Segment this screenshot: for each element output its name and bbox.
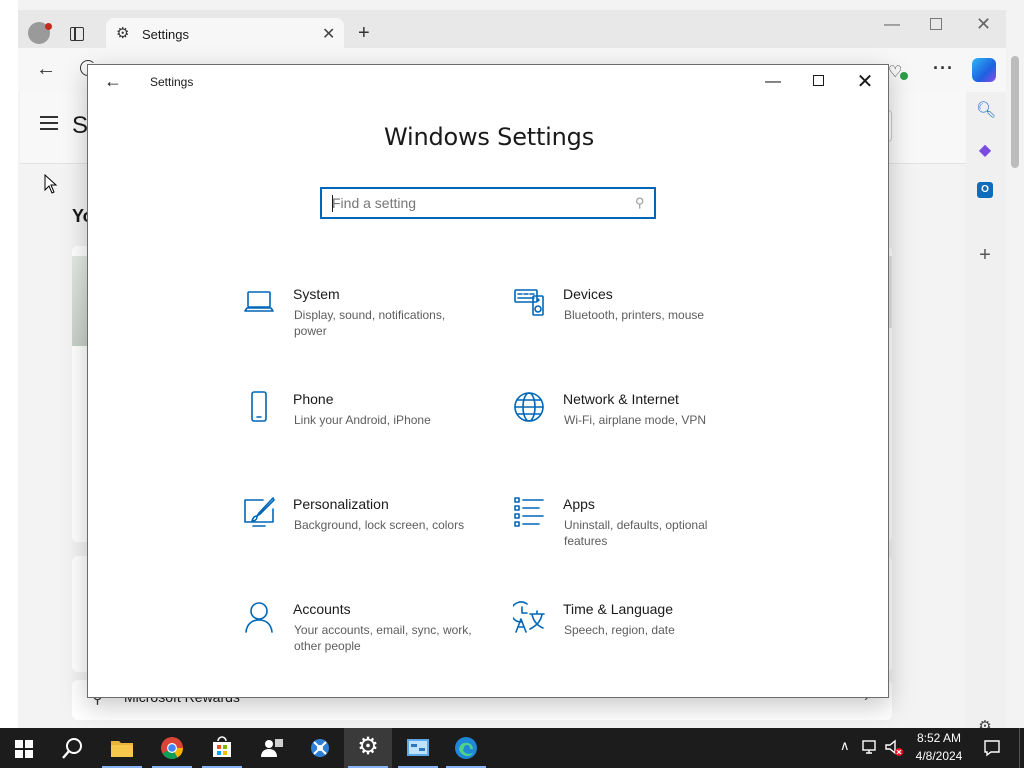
category-name: Devices (563, 286, 613, 302)
category-time-language[interactable]: Time & Language Speech, region, date (513, 601, 763, 691)
category-description: Bluetooth, printers, mouse (564, 308, 705, 322)
gear-icon: ⚙ (116, 25, 130, 42)
more-options-icon[interactable]: ··· (933, 58, 954, 79)
category-description: Speech, region, date (564, 623, 675, 637)
category-accounts[interactable]: Accounts Your accounts, email, sync, wor… (243, 601, 493, 691)
taskbar-control-panel[interactable] (394, 728, 442, 768)
category-description: Link your Android, iPhone (294, 413, 431, 427)
phone-icon (251, 391, 267, 422)
sidebar-add-icon[interactable]: + (976, 245, 994, 265)
paintbrush-icon (244, 497, 275, 527)
control-panel-icon (407, 739, 429, 756)
category-network-internet[interactable]: Network & Internet Wi-Fi, airplane mode,… (513, 391, 763, 481)
apps-list-icon (514, 497, 544, 527)
browser-back-button[interactable]: ← (36, 58, 56, 81)
category-description: Your accounts, email, sync, work, other … (294, 623, 472, 653)
taskbar-settings[interactable]: ⚙ (344, 728, 392, 768)
network-icon[interactable] (862, 739, 880, 755)
tab-actions-icon[interactable] (70, 27, 84, 41)
category-name: System (293, 286, 340, 302)
category-name: Personalization (293, 496, 389, 512)
category-apps[interactable]: Apps Uninstall, defaults, optional featu… (513, 496, 763, 586)
laptop-icon (244, 291, 274, 312)
people-icon (261, 739, 283, 757)
close-button[interactable]: ✕ (842, 69, 888, 95)
category-name: Accounts (293, 601, 351, 617)
category-name: Time & Language (563, 601, 673, 617)
clock-date[interactable]: 4/8/2024 (899, 749, 979, 763)
sidebar-outlook-icon[interactable]: O (977, 182, 993, 198)
category-personalization[interactable]: Personalization Background, lock screen,… (243, 496, 493, 586)
sidebar-games-icon[interactable]: ◆ (976, 142, 994, 160)
category-description: Uninstall, defaults, optional features (564, 518, 708, 548)
search-icon (62, 738, 82, 759)
taskbar-tool[interactable] (296, 728, 344, 768)
show-desktop-button[interactable] (1019, 728, 1024, 768)
category-name: Apps (563, 496, 595, 512)
show-hidden-icons-icon[interactable]: ∧ (840, 738, 850, 754)
category-phone[interactable]: Phone Link your Android, iPhone (243, 391, 493, 481)
chrome-icon (161, 737, 183, 759)
category-name: Phone (293, 391, 334, 407)
settings-gear-icon: ⚙ (357, 733, 379, 760)
browser-tab-title: Settings (142, 27, 189, 42)
copilot-icon[interactable] (972, 58, 996, 82)
taskbar-chrome[interactable] (148, 728, 196, 768)
mouse-cursor-icon (44, 174, 58, 194)
browser-maximize-button[interactable] (930, 18, 942, 30)
back-arrow-icon[interactable]: ← (104, 72, 122, 90)
settings-window: ← Settings — ✕ Windows Settings ⚲ System… (87, 64, 889, 698)
taskbar-people[interactable] (248, 728, 296, 768)
taskbar-file-explorer[interactable] (98, 728, 146, 768)
devices-icon (514, 289, 544, 316)
start-button[interactable] (0, 728, 48, 768)
category-description: Wi-Fi, airplane mode, VPN (564, 413, 707, 427)
taskbar-search-button[interactable] (48, 728, 96, 768)
clock-time[interactable]: 8:52 AM (899, 731, 979, 745)
text-caret (332, 195, 333, 212)
category-description: Background, lock screen, colors (294, 518, 465, 532)
category-devices[interactable]: Devices Bluetooth, printers, mouse (513, 286, 763, 376)
start-icon (15, 740, 33, 758)
store-icon (213, 736, 231, 757)
settings-search-box[interactable]: ⚲ (320, 187, 656, 219)
maximize-icon (813, 75, 824, 86)
hamburger-menu-icon[interactable] (40, 116, 58, 130)
page-title: Windows Settings (384, 123, 594, 151)
tool-icon (311, 739, 329, 757)
time-language-icon (513, 601, 545, 633)
search-input[interactable] (332, 193, 622, 213)
taskbar-store[interactable] (198, 728, 246, 768)
file-explorer-icon (111, 741, 133, 757)
new-tab-button[interactable]: + (358, 22, 370, 45)
category-description: Display, sound, notifications, power (294, 308, 446, 338)
scrollbar-thumb[interactable] (1011, 56, 1019, 168)
category-name: Network & Internet (563, 391, 679, 407)
window-title: Settings (150, 75, 194, 89)
browser-close-button[interactable]: ✕ (976, 14, 991, 35)
sidebar-search-icon[interactable]: 🔍︎ (976, 102, 996, 120)
desktop-strip (0, 0, 18, 728)
extension-status-dot (900, 72, 908, 80)
person-icon (245, 602, 273, 633)
notifications-icon[interactable] (983, 739, 1001, 757)
globe-icon (514, 392, 544, 422)
search-icon: ⚲ (635, 195, 645, 210)
taskbar-edge[interactable] (442, 728, 490, 768)
tab-close-icon[interactable]: ✕ (322, 24, 335, 44)
category-system[interactable]: System Display, sound, notifications, po… (243, 286, 493, 376)
profile-alert-dot (45, 23, 52, 30)
minimize-button[interactable]: — (750, 69, 796, 95)
browser-minimize-button[interactable]: — (884, 16, 900, 34)
edge-icon (455, 737, 477, 759)
